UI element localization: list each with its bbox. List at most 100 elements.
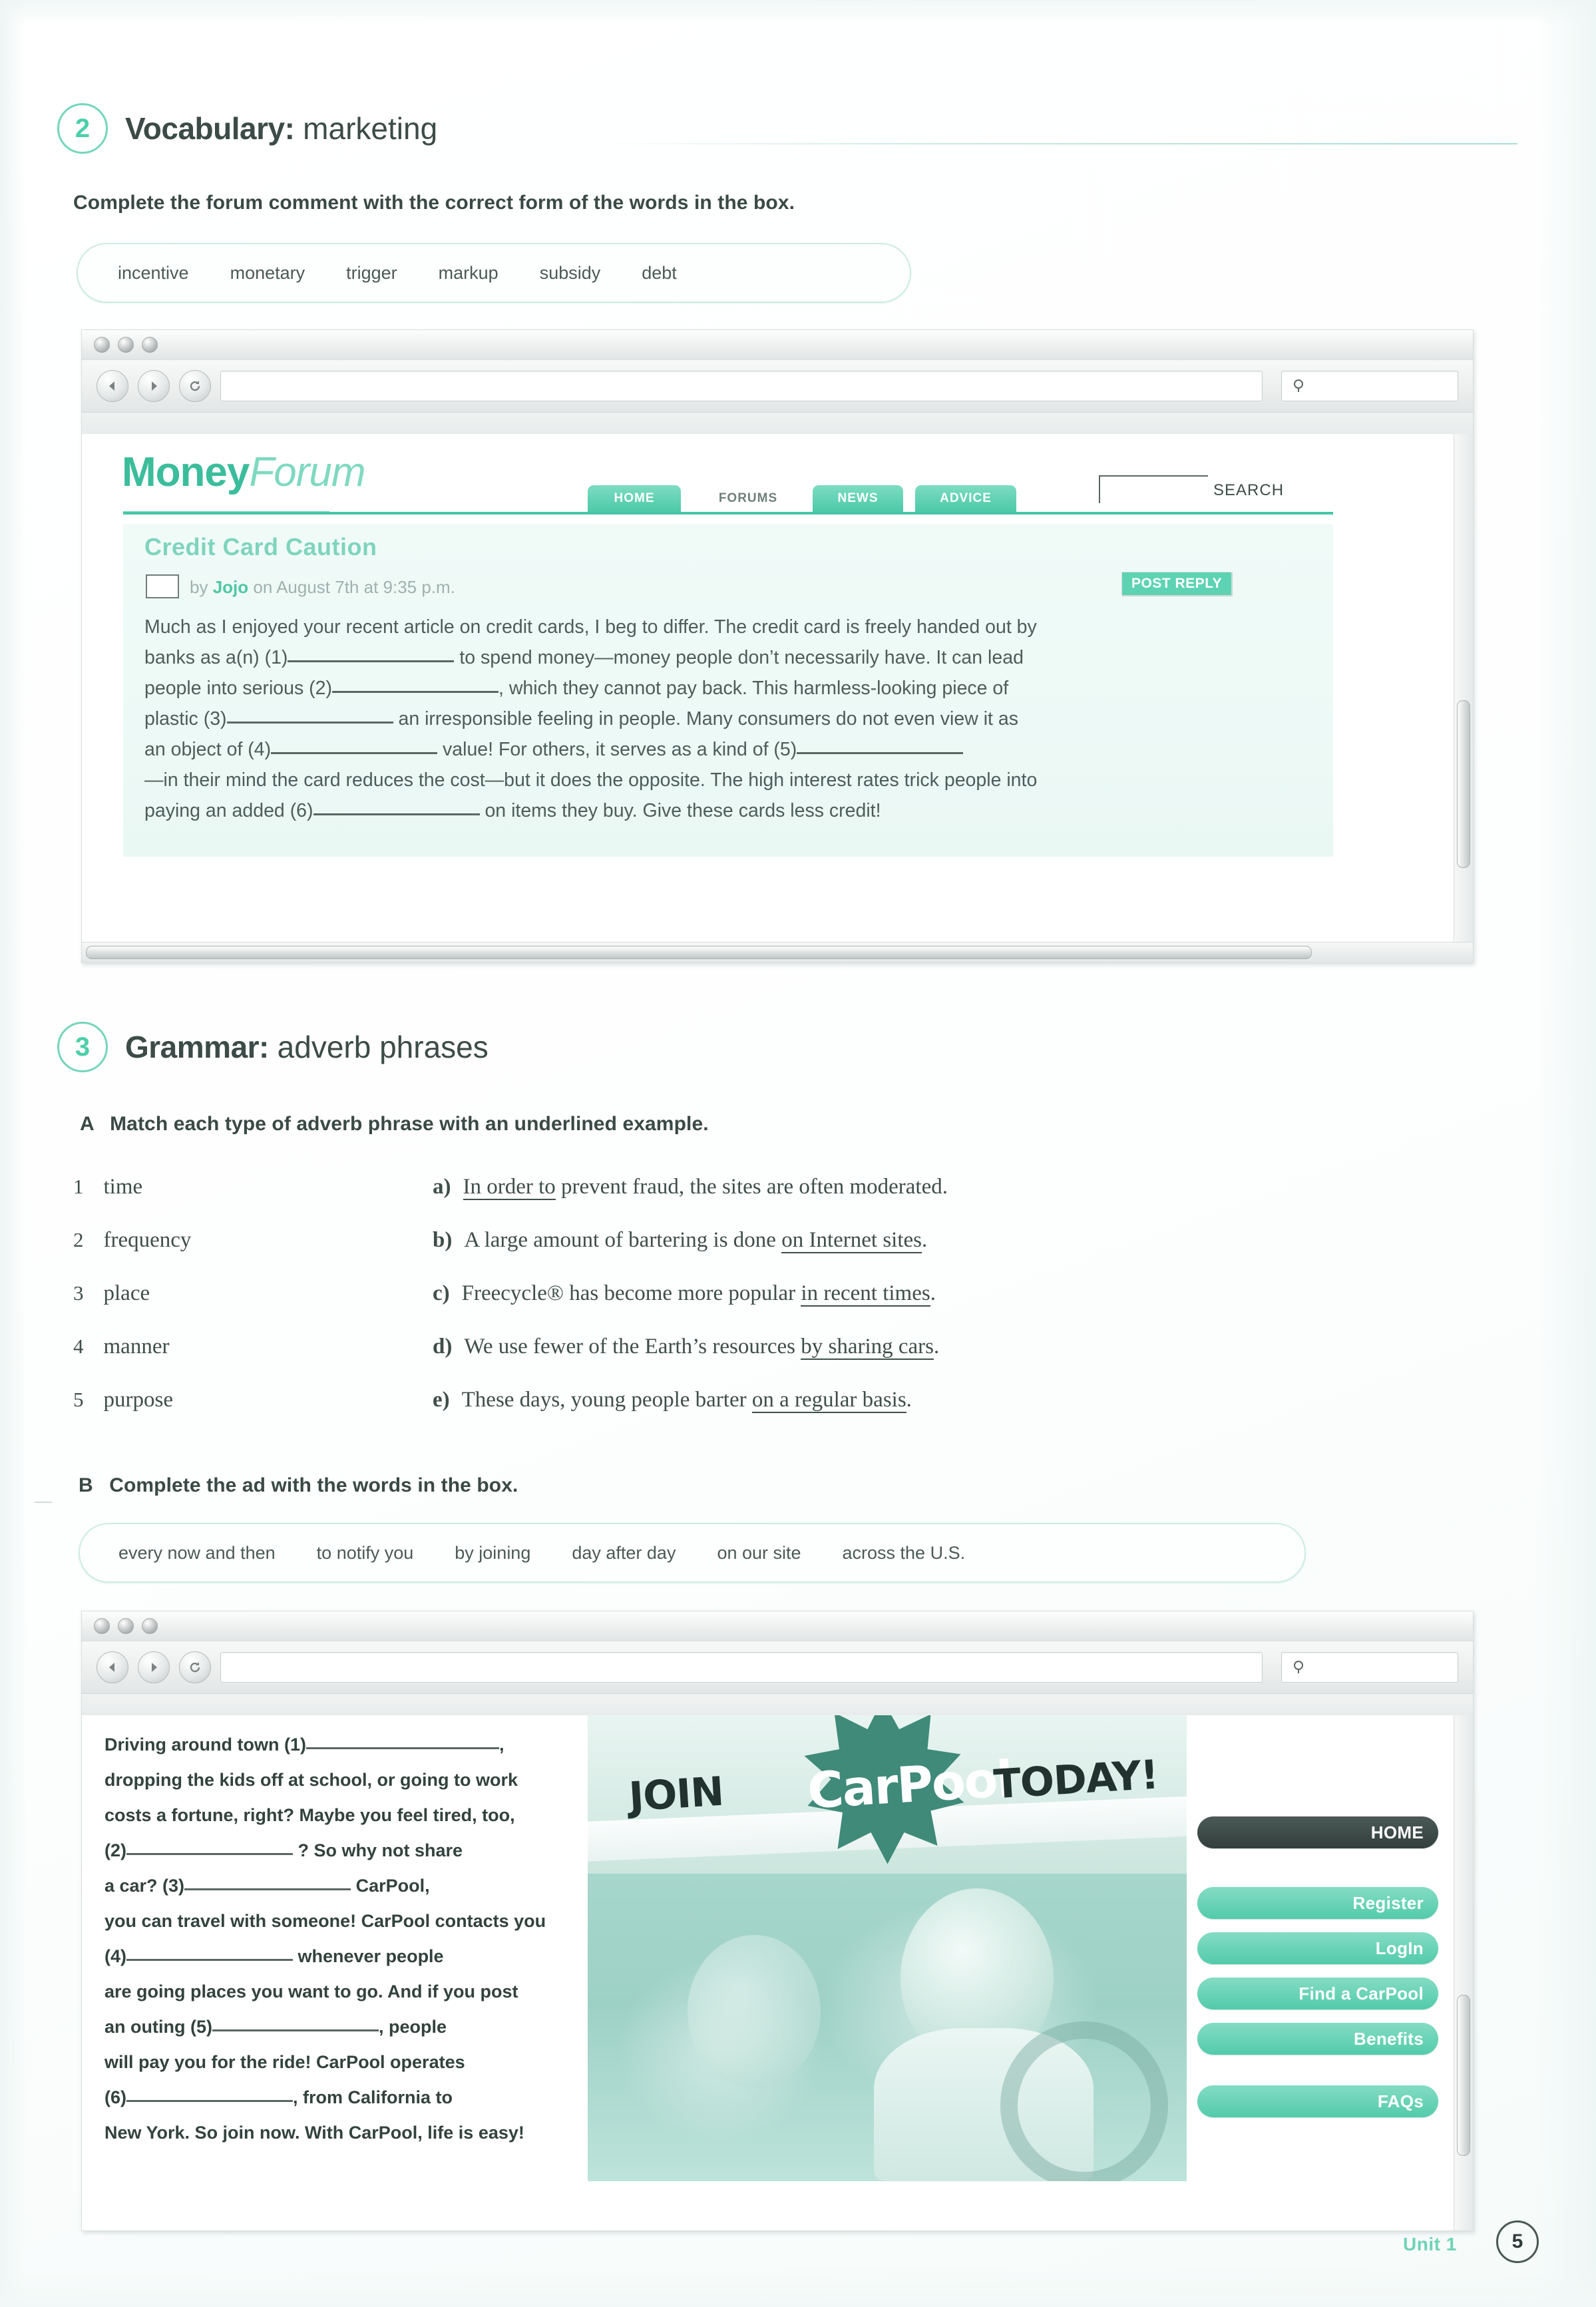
answer-blank-1[interactable] (288, 660, 455, 662)
word-chip[interactable]: incentive (118, 263, 189, 284)
address-bar[interactable] (220, 1652, 1263, 1683)
word-chip[interactable]: day after day (572, 1543, 676, 1564)
forum-post-panel: Credit Card Caution by Jojo on August 7t… (123, 524, 1333, 857)
answer-blank-6[interactable] (313, 813, 480, 815)
match-right-pre: We use fewer of the Earth’s resources (464, 1335, 801, 1359)
window-minimize-icon[interactable] (118, 1618, 134, 1634)
window-close-icon[interactable] (94, 337, 110, 353)
vertical-scrollbar[interactable] (1454, 1715, 1473, 2230)
footer-page-number: 5 (1496, 2220, 1539, 2263)
ad-blank-4[interactable] (126, 1959, 293, 1961)
window-close-icon[interactable] (94, 1618, 110, 1634)
post-line: paying an added (6) on items they buy. G… (144, 795, 1316, 826)
carpool-nav-home[interactable]: HOME (1197, 1816, 1438, 1848)
match-left-item[interactable]: 4 manner (73, 1335, 169, 1359)
word-chip[interactable]: by joining (455, 1543, 530, 1564)
matching-exercise: 1 time 2 frequency 3 place 4 manner 5 purpose… (73, 1168, 1444, 1434)
match-right-post: . (906, 1388, 912, 1412)
post-line-text: plastic (3) (144, 708, 227, 730)
forward-icon[interactable] (138, 1651, 170, 1683)
word-chip[interactable]: on our site (717, 1543, 801, 1564)
match-left-item[interactable]: 2 frequency (73, 1228, 191, 1253)
carpool-nav-faqs[interactable]: FAQs (1197, 2085, 1438, 2117)
word-chip[interactable]: monetary (230, 263, 305, 284)
ad-blank-2[interactable] (126, 1853, 293, 1855)
carpool-nav-benefits[interactable]: Benefits (1197, 2023, 1438, 2055)
browser-search-field[interactable] (1281, 1652, 1458, 1683)
vertical-scrollbar-thumb[interactable] (1457, 700, 1470, 868)
word-chip[interactable]: debt (642, 263, 677, 284)
answer-blank-4[interactable] (271, 752, 438, 754)
match-left-item[interactable]: 5 purpose (73, 1388, 173, 1412)
window-maximize-icon[interactable] (142, 337, 158, 353)
forum-search-input[interactable] (1099, 475, 1208, 503)
carpool-nav-login[interactable]: LogIn (1197, 1932, 1438, 1964)
part-b-instruction-wrap: B Complete the ad with the words in the … (79, 1474, 518, 1497)
match-right-underline: on Internet sites (781, 1228, 922, 1253)
match-right-pre: These days, young people barter (461, 1388, 752, 1412)
match-left-item[interactable]: 1 time (73, 1175, 142, 1199)
word-chip[interactable]: markup (439, 263, 499, 284)
horizontal-scrollbar-thumb[interactable] (86, 946, 1312, 959)
section-3-title: Grammar: adverb phrases (125, 1029, 489, 1065)
answer-blank-2[interactable] (332, 691, 499, 693)
word-chip[interactable]: across the U.S. (843, 1543, 966, 1564)
section-3-word-box: every now and then to notify you by join… (79, 1523, 1306, 1583)
ad-line-text: (2) (104, 1840, 126, 1860)
post-line-text: to spend money—money people don’t necess… (454, 647, 1024, 668)
banner-join-text: JOIN (627, 1768, 725, 1821)
byline-author: Jojo (212, 577, 249, 597)
reload-icon[interactable] (179, 1651, 211, 1683)
ad-line: (4) whenever people (104, 1939, 570, 1974)
section-3-title-bold: Grammar: (125, 1030, 269, 1064)
answer-blank-5[interactable] (797, 752, 964, 754)
ad-blank-5[interactable] (212, 2029, 379, 2031)
window-minimize-icon[interactable] (118, 337, 134, 353)
match-right-pre: Freecycle® has become more popular (461, 1281, 801, 1305)
forum-nav-home[interactable]: HOME (588, 485, 681, 512)
browser-titlebar (82, 330, 1473, 360)
match-right-item[interactable]: e) These days, young people barter on a r… (433, 1388, 912, 1413)
match-left-item[interactable]: 3 place (73, 1281, 150, 1306)
word-chip[interactable]: trigger (346, 263, 397, 284)
post-line-text: on items they buy. Give these cards less… (479, 800, 881, 821)
match-right-item[interactable]: d) We use fewer of the Earth’s resources … (433, 1335, 940, 1360)
forward-icon[interactable] (138, 370, 170, 402)
window-maximize-icon[interactable] (142, 1618, 158, 1634)
match-right-item[interactable]: b) A large amount of bartering is done on… (433, 1228, 927, 1253)
forum-search-label: SEARCH (1213, 481, 1285, 499)
forum-nav-advice[interactable]: ADVICE (915, 485, 1016, 512)
section-2-title-bold: Vocabulary: (125, 111, 295, 146)
horizontal-scrollbar[interactable] (82, 942, 1473, 962)
carpool-nav-register[interactable]: Register (1197, 1887, 1438, 1919)
carpool-nav-find-a-carpool[interactable]: Find a CarPool (1197, 1978, 1438, 2009)
vertical-scrollbar[interactable] (1454, 434, 1473, 943)
word-chip[interactable]: every now and then (118, 1543, 276, 1564)
word-chip[interactable]: subsidy (540, 263, 601, 284)
ad-blank-3[interactable] (184, 1888, 351, 1890)
answer-blank-3[interactable] (226, 722, 393, 724)
ad-line: are going places you want to go. And if … (104, 1974, 570, 2009)
post-line-text: people into serious (2) (144, 678, 332, 699)
post-line: people into serious (2) , which they cann… (144, 673, 1316, 704)
ad-blank-6[interactable] (126, 2100, 293, 2102)
match-right-item[interactable]: a) In order to prevent fraud, the sites a… (433, 1175, 948, 1200)
section-2-title-light: marketing (294, 111, 438, 146)
match-right-item[interactable]: c) Freecycle® has become more popular in … (433, 1281, 936, 1307)
vertical-scrollbar-thumb[interactable] (1457, 1995, 1470, 2156)
word-chip[interactable]: to notify you (317, 1543, 414, 1564)
ad-blank-1[interactable] (306, 1747, 499, 1749)
address-bar[interactable] (220, 371, 1263, 401)
post-reply-button[interactable]: POST REPLY (1121, 572, 1233, 596)
forum-nav-forums[interactable]: FORUMS (698, 485, 799, 512)
reload-icon[interactable] (179, 370, 211, 402)
match-right-post: . (934, 1335, 940, 1359)
back-icon[interactable] (97, 1651, 128, 1683)
browser-search-field[interactable] (1281, 371, 1458, 401)
forum-nav-news[interactable]: NEWS (813, 485, 903, 512)
match-left-label: place (103, 1281, 150, 1305)
section-3-title-light: adverb phrases (268, 1030, 489, 1064)
forum-post-body: Much as I enjoyed your recent article on… (144, 612, 1316, 826)
part-a-letter: A (80, 1113, 94, 1135)
back-icon[interactable] (97, 370, 128, 402)
